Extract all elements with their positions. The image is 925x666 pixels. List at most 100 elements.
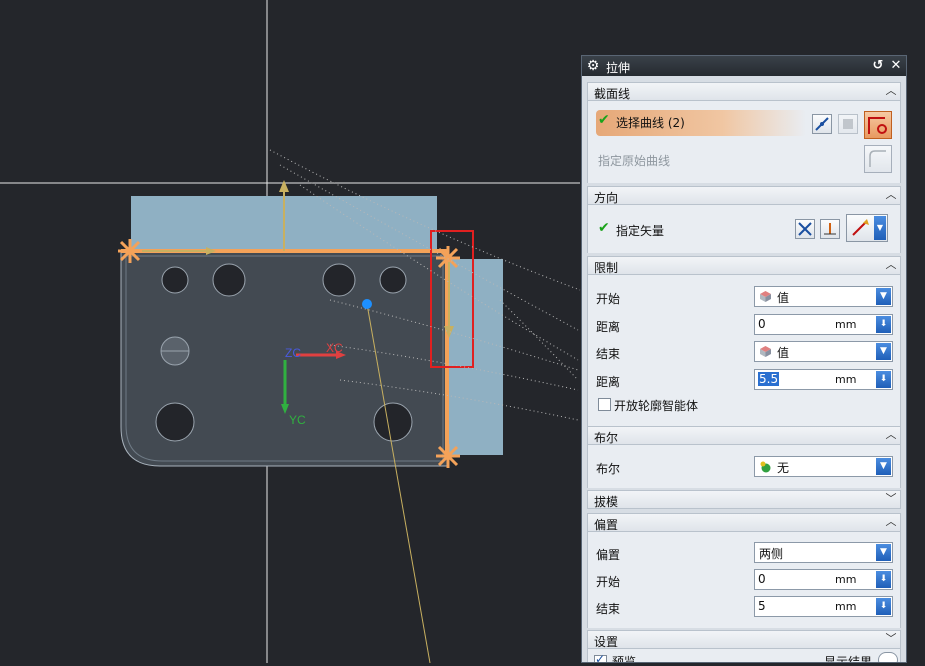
- section-header-label: 方向: [594, 191, 619, 205]
- chevron-up-icon[interactable]: ︿: [884, 515, 898, 529]
- section-header-settings[interactable]: 设置 ﹀: [587, 630, 901, 649]
- offset-type-label: 偏置: [596, 548, 621, 562]
- xc-axis-label: XC: [326, 341, 343, 355]
- extrude-preview-right: [447, 259, 503, 455]
- specify-original-curve-button[interactable]: [864, 145, 892, 173]
- section-header-label: 限制: [594, 261, 619, 275]
- offset-start-value: 0: [758, 572, 766, 586]
- select-curve-button[interactable]: [864, 111, 892, 139]
- section-header-label: 拔模: [594, 495, 619, 509]
- vector-dialog-button[interactable]: [820, 219, 840, 239]
- arrow-down-icon[interactable]: ⬇: [876, 571, 891, 588]
- boolean-select[interactable]: 无 ▼: [754, 456, 893, 477]
- arrow-down-icon[interactable]: ⬇: [876, 371, 891, 388]
- limit-start-select[interactable]: 值 ▼: [754, 286, 893, 307]
- cube-icon: [760, 291, 771, 302]
- offset-body: 偏置 两侧 ▼ 开始 0 mm ⬇ 结束 5 mm ⬇: [587, 532, 901, 628]
- hole: [155, 402, 195, 442]
- offset-start-label: 开始: [596, 575, 621, 589]
- endpoint-marker: [118, 239, 142, 263]
- specify-original-curve-label: 指定原始曲线: [598, 154, 671, 168]
- chevron-up-icon[interactable]: ︿: [884, 188, 898, 202]
- chevron-down-icon[interactable]: ▼: [876, 343, 891, 360]
- section-header-label: 布尔: [594, 431, 619, 445]
- open-profile-checkbox[interactable]: [598, 398, 611, 411]
- offset-type-select[interactable]: 两侧 ▼: [754, 542, 893, 563]
- hole: [322, 263, 356, 297]
- endpoint-marker: [436, 444, 460, 468]
- limit-end-value: 值: [777, 346, 790, 360]
- offset-end-value: 5: [758, 599, 766, 613]
- arrow-down-icon[interactable]: ⬇: [876, 316, 891, 333]
- offset-start-input[interactable]: 0 mm ⬇: [754, 569, 893, 590]
- hole: [212, 263, 246, 297]
- chevron-down-icon[interactable]: ﹀: [884, 632, 898, 646]
- start-distance-input[interactable]: 0 mm ⬇: [754, 314, 893, 335]
- limit-end-select[interactable]: 值 ▼: [754, 341, 893, 362]
- reset-icon[interactable]: ↺: [870, 58, 886, 74]
- boolean-none-icon: [760, 461, 771, 473]
- offset-end-label: 结束: [596, 602, 621, 616]
- specify-vector-label: 指定矢量: [616, 224, 665, 238]
- chevron-down-icon[interactable]: ▼: [876, 458, 891, 475]
- section-body: ✔ 选择曲线 (2) 指定原始曲线: [587, 101, 901, 183]
- start-distance-label: 距离: [596, 320, 621, 334]
- extrude-dialog: ⚙ 拉伸 ↺ ✕ 截面线 ︿ ✔ 选择曲线 (2) 指定原始曲线 方向 ︿ ✔ …: [581, 55, 907, 663]
- preview-body: ✓ 预览 显示结果: [587, 649, 901, 663]
- offset-type-value: 两侧: [759, 547, 784, 561]
- section-header-direction[interactable]: 方向 ︿: [587, 186, 901, 205]
- chevron-down-icon[interactable]: ▼: [876, 288, 891, 305]
- chevron-up-icon[interactable]: ︿: [884, 84, 898, 98]
- cube-icon: [760, 346, 771, 357]
- boolean-value: 无: [777, 461, 790, 475]
- boolean-body: 布尔 无 ▼: [587, 445, 901, 488]
- hole: [379, 266, 407, 294]
- check-icon: ✓: [595, 652, 606, 663]
- section-header-label: 截面线: [594, 87, 631, 101]
- section-header-boolean[interactable]: 布尔 ︿: [587, 426, 901, 445]
- end-distance-label: 距离: [596, 375, 621, 389]
- open-profile-label: 开放轮廓智能体: [614, 399, 699, 413]
- vector-inference-dropdown[interactable]: ▼: [846, 214, 888, 242]
- boolean-label: 布尔: [596, 462, 621, 476]
- section-header-draft[interactable]: 拔模 ﹀: [587, 490, 901, 509]
- offset-start-unit: mm: [835, 573, 857, 586]
- zc-axis-label: ZC: [285, 346, 301, 360]
- start-distance-value: 0: [758, 317, 766, 331]
- sketch-section-button[interactable]: [838, 114, 858, 134]
- arrow-down-icon[interactable]: ⬇: [876, 598, 891, 615]
- select-curve-label: 选择曲线 (2): [616, 116, 685, 130]
- direction-body: ✔ 指定矢量 ▼: [587, 205, 901, 253]
- show-result-icon[interactable]: [878, 652, 898, 662]
- end-distance-value: 5.5: [758, 372, 780, 386]
- section-header-label: 偏置: [594, 518, 619, 532]
- limit-start-label: 开始: [596, 292, 621, 306]
- section-header-section[interactable]: 截面线 ︿: [587, 82, 901, 101]
- chevron-down-icon[interactable]: ﹀: [884, 492, 898, 506]
- offset-end-unit: mm: [835, 600, 857, 613]
- preview-checkbox[interactable]: ✓: [594, 652, 607, 663]
- chevron-up-icon[interactable]: ︿: [884, 428, 898, 442]
- limits-body: 开始 值 ▼ 距离 0 mm ⬇ 结束 值 ▼ 距离 5.5 mm ⬇ 开放轮廓…: [587, 275, 901, 427]
- end-distance-input[interactable]: 5.5 mm ⬇: [754, 369, 893, 390]
- chevron-down-icon[interactable]: ▼: [876, 544, 891, 561]
- section-header-offset[interactable]: 偏置 ︿: [587, 513, 901, 532]
- limit-end-label: 结束: [596, 347, 621, 361]
- chevron-down-icon[interactable]: ▼: [874, 216, 886, 240]
- show-result-label[interactable]: 显示结果: [824, 653, 872, 662]
- offset-end-input[interactable]: 5 mm ⬇: [754, 596, 893, 617]
- start-distance-unit: mm: [835, 318, 857, 331]
- reverse-direction-button[interactable]: [795, 219, 815, 239]
- section-header-limits[interactable]: 限制 ︿: [587, 256, 901, 275]
- end-distance-unit: mm: [835, 373, 857, 386]
- curve-rule-button[interactable]: [812, 114, 832, 134]
- yc-axis-label: YC: [289, 413, 306, 427]
- section-header-label: 设置: [594, 635, 619, 649]
- chevron-up-icon[interactable]: ︿: [884, 258, 898, 272]
- dialog-title: 拉伸: [606, 61, 631, 75]
- check-icon: ✔: [598, 112, 610, 128]
- gear-icon[interactable]: ⚙: [585, 58, 601, 74]
- hole: [373, 402, 413, 442]
- check-icon: ✔: [598, 220, 610, 236]
- close-icon[interactable]: ✕: [888, 58, 904, 74]
